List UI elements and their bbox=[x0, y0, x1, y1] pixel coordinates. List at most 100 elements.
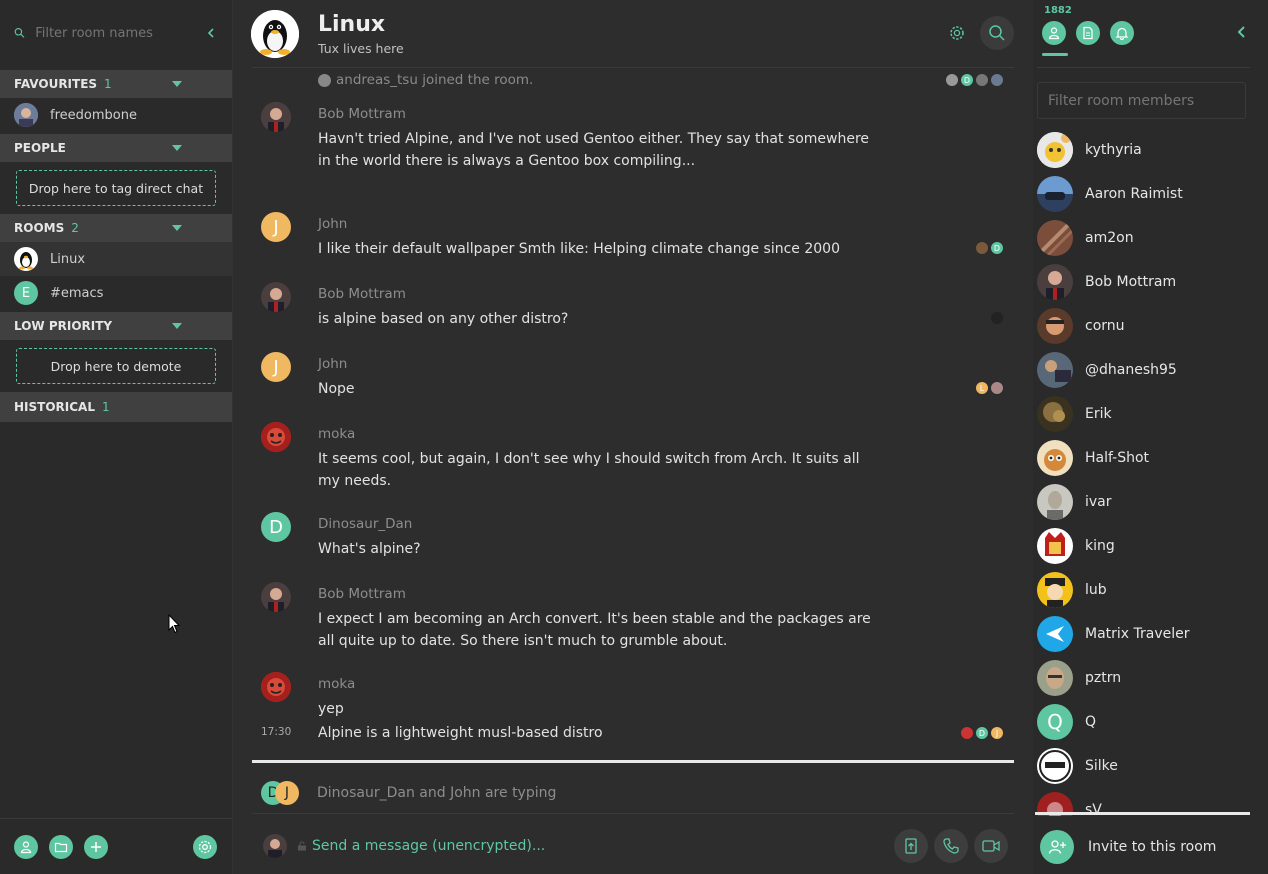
avatar[interactable] bbox=[261, 102, 291, 132]
member-item[interactable]: pztrn bbox=[1037, 656, 1250, 700]
chevron-down-icon[interactable] bbox=[172, 225, 182, 231]
read-receipts[interactable]: D J bbox=[959, 726, 1004, 740]
member-item[interactable]: kythyria bbox=[1037, 128, 1250, 172]
invite-icon-button[interactable] bbox=[1040, 830, 1074, 864]
avatar[interactable] bbox=[261, 672, 291, 702]
member-filter-input[interactable] bbox=[1048, 92, 1245, 109]
member-item[interactable]: Half-Shot bbox=[1037, 436, 1250, 480]
section-historical[interactable]: HISTORICAL 1 bbox=[0, 0, 1039, 422]
collapse-left-panel-icon[interactable] bbox=[205, 25, 218, 41]
avatar[interactable]: J bbox=[261, 212, 291, 242]
message-event[interactable]: D Dinosaur_Dan What's alpine? bbox=[252, 502, 1014, 572]
member-item[interactable]: Bob Mottram bbox=[1037, 260, 1250, 304]
member-name: pztrn bbox=[1085, 670, 1122, 686]
member-item[interactable]: Silke bbox=[1037, 744, 1250, 788]
section-favourites[interactable]: FAVOURITES 1 bbox=[0, 70, 232, 98]
member-item[interactable]: @dhanesh95 bbox=[1037, 348, 1250, 392]
member-item[interactable]: Erik bbox=[1037, 392, 1250, 436]
read-receipts[interactable]: D bbox=[944, 73, 1004, 87]
avatar[interactable]: D bbox=[261, 512, 291, 542]
member-item[interactable]: am2on bbox=[1037, 216, 1250, 260]
avatar[interactable] bbox=[261, 282, 291, 312]
voice-call-button[interactable] bbox=[934, 829, 968, 863]
read-receipts[interactable]: D bbox=[974, 241, 1004, 255]
drop-demote[interactable]: Drop here to demote bbox=[16, 348, 216, 384]
right-panel: 1882 kythyri bbox=[1033, 0, 1268, 874]
member-item[interactable]: king bbox=[1037, 524, 1250, 568]
message-input[interactable]: Send a message (unencrypted)... bbox=[312, 838, 545, 854]
room-search-button[interactable] bbox=[980, 16, 1014, 50]
member-item[interactable]: ivar bbox=[1037, 480, 1250, 524]
message-event[interactable]: Bob Mottram Havn't tried Alpine, and I'v… bbox=[252, 92, 1014, 202]
sender-name[interactable]: Dinosaur_Dan bbox=[318, 502, 1014, 538]
message-event[interactable]: moka yep bbox=[252, 662, 1014, 722]
room-settings-icon[interactable] bbox=[948, 24, 966, 42]
avatar bbox=[1037, 308, 1073, 344]
room-item-emacs[interactable]: E #emacs bbox=[0, 276, 232, 310]
video-camera-icon bbox=[982, 840, 1000, 852]
drop-label: Drop here to demote bbox=[50, 358, 182, 374]
room-name: #emacs bbox=[50, 285, 104, 301]
upload-file-button[interactable] bbox=[894, 829, 928, 863]
member-list-scrollbar[interactable] bbox=[1035, 812, 1250, 815]
tab-members[interactable] bbox=[1042, 21, 1066, 45]
unlocked-icon bbox=[298, 841, 306, 851]
timeline-scrollbar[interactable] bbox=[252, 760, 1014, 763]
avatar bbox=[1037, 484, 1073, 520]
timeline[interactable]: andreas_tsu joined the room. D Bob Mottr… bbox=[252, 68, 1014, 758]
room-directory-button[interactable] bbox=[49, 834, 73, 859]
start-chat-button[interactable] bbox=[14, 834, 38, 859]
room-avatar[interactable] bbox=[251, 9, 299, 58]
member-list[interactable]: kythyria Aaron Raimist am2on Bob Mottram bbox=[1037, 128, 1250, 816]
sender-name[interactable]: Bob Mottram bbox=[318, 92, 1014, 128]
avatar bbox=[1037, 572, 1073, 608]
member-item[interactable]: lub bbox=[1037, 568, 1250, 612]
settings-button[interactable] bbox=[193, 834, 217, 859]
sender-name[interactable]: John bbox=[318, 342, 1014, 378]
message-event-continuation[interactable]: 17:30 Alpine is a lightweight musl-based… bbox=[252, 722, 1014, 752]
member-item[interactable]: cornu bbox=[1037, 304, 1250, 348]
invite-button[interactable]: Invite to this room bbox=[1037, 820, 1216, 874]
message-event[interactable]: Bob Mottram I expect I am becoming an Ar… bbox=[252, 572, 1014, 662]
room-name[interactable]: Linux bbox=[318, 12, 404, 37]
member-item[interactable]: Q Q bbox=[1037, 700, 1250, 744]
room-item-freedombone[interactable]: freedombone bbox=[0, 98, 232, 132]
message-event[interactable]: Bob Mottram is alpine based on any other… bbox=[252, 272, 1014, 342]
avatar[interactable] bbox=[261, 422, 291, 452]
chevron-down-icon[interactable] bbox=[172, 323, 182, 329]
message-event[interactable]: J John I like their default wallpaper Sm… bbox=[252, 202, 1014, 272]
sender-name[interactable]: Bob Mottram bbox=[318, 272, 1014, 308]
section-rooms[interactable]: ROOMS 2 bbox=[0, 214, 232, 242]
collapse-right-panel-icon[interactable] bbox=[1234, 24, 1250, 40]
room-filter-input[interactable] bbox=[35, 25, 206, 41]
receipt-avatar: D bbox=[960, 73, 974, 87]
chevron-down-icon[interactable] bbox=[172, 81, 182, 87]
riot-app: FAVOURITES 1 freedombone PEOPLE Drop her… bbox=[0, 0, 1268, 874]
tab-files[interactable] bbox=[1076, 21, 1100, 45]
left-bottom-bar bbox=[0, 818, 233, 874]
read-receipts[interactable]: L bbox=[974, 381, 1004, 395]
message-event[interactable]: J John Nope L bbox=[252, 342, 1014, 412]
left-panel: FAVOURITES 1 freedombone PEOPLE Drop her… bbox=[0, 0, 1039, 874]
sender-name[interactable]: Bob Mottram bbox=[318, 572, 1014, 608]
drop-tag-direct-chat[interactable]: Drop here to tag direct chat bbox=[16, 170, 216, 206]
message-body: is alpine based on any other distro? bbox=[318, 311, 569, 327]
section-low-priority[interactable]: LOW PRIORITY bbox=[0, 312, 232, 340]
sender-name[interactable]: moka bbox=[318, 412, 1014, 448]
room-item-linux[interactable]: Linux bbox=[0, 242, 232, 276]
avatar[interactable]: J bbox=[261, 352, 291, 382]
member-item[interactable]: Matrix Traveler bbox=[1037, 612, 1250, 656]
chevron-down-icon[interactable] bbox=[172, 145, 182, 151]
section-count: 1 bbox=[104, 77, 112, 91]
tab-notifications[interactable] bbox=[1110, 21, 1134, 45]
sender-name[interactable]: moka bbox=[318, 662, 1014, 698]
section-people[interactable]: PEOPLE bbox=[0, 134, 232, 162]
member-item[interactable]: Aaron Raimist bbox=[1037, 172, 1250, 216]
create-room-button[interactable] bbox=[84, 834, 108, 859]
section-count: 1 bbox=[101, 400, 110, 414]
message-event[interactable]: moka It seems cool, but again, I don't s… bbox=[252, 412, 1014, 502]
sender-name[interactable]: John bbox=[318, 202, 1014, 238]
read-receipts[interactable] bbox=[989, 311, 1004, 325]
avatar[interactable] bbox=[261, 582, 291, 612]
video-call-button[interactable] bbox=[974, 829, 1008, 863]
